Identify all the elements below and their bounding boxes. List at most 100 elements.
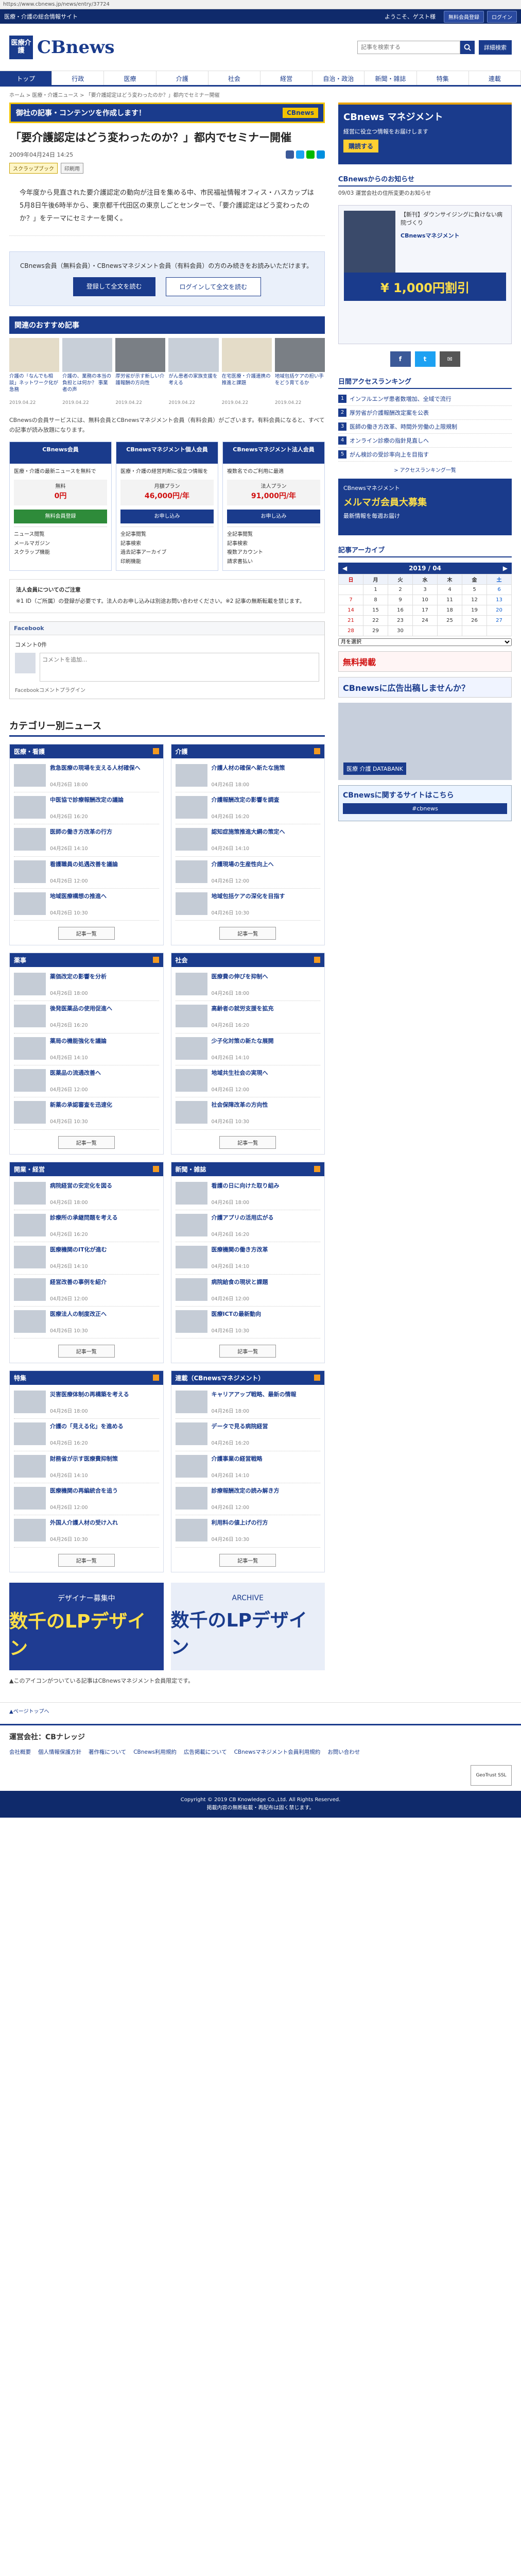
facebook-share-icon[interactable]: [286, 150, 294, 159]
nav-item-jichi[interactable]: 自治・政治: [312, 71, 365, 85]
footer-link[interactable]: 著作権について: [89, 1748, 126, 1756]
list-item[interactable]: 財務省が示す医療費抑制策 04月26日 14:10: [14, 1451, 159, 1484]
category-heading[interactable]: 開業・経営: [10, 1162, 163, 1176]
list-item[interactable]: 救急医療の現場を支える人材確保へ 04月26日 18:00: [14, 760, 159, 792]
calendar-day[interactable]: 21: [338, 615, 363, 626]
calendar-day[interactable]: 28: [338, 625, 363, 636]
footer-link[interactable]: 広告掲載について: [184, 1748, 227, 1756]
footer-link[interactable]: お問い合わせ: [327, 1748, 360, 1756]
calendar-day[interactable]: 19: [462, 604, 487, 616]
list-item[interactable]: 看護の日に向けた取り組み 04月26日 18:00: [175, 1178, 320, 1210]
nav-item-shakai[interactable]: 社会: [209, 71, 261, 85]
list-item[interactable]: 新薬の承認審査を迅速化 04月26日 10:30: [14, 1097, 159, 1130]
calendar-day[interactable]: 2: [388, 584, 413, 595]
ranking-more-link[interactable]: > アクセスランキング一覧: [338, 466, 512, 473]
nav-item-tokushu[interactable]: 特集: [417, 71, 469, 85]
sidebar-ad-book[interactable]: 【新刊】ダウンサイジングに負けない病院づくり CBnewsマネジメント ¥ 1,…: [338, 205, 512, 344]
recommended-item[interactable]: 介護の「なんでも相談」ネットワーク化が急務 2019.04.22: [9, 338, 60, 405]
rss-icon[interactable]: [314, 1375, 320, 1381]
subscribe-button[interactable]: 購読する: [343, 140, 379, 152]
url-bar[interactable]: https://www.cbnews.jp/news/entry/37724: [0, 0, 521, 9]
category-more-button[interactable]: 記事一覧: [219, 1345, 276, 1358]
list-item[interactable]: 病院給食の現状と課題 04月26日 12:00: [175, 1275, 320, 1307]
calendar-day[interactable]: 13: [487, 594, 512, 605]
calendar-day[interactable]: 20: [487, 604, 512, 616]
list-item[interactable]: 外国人介護人材の受け入れ 04月26日 10:30: [14, 1515, 159, 1548]
category-heading[interactable]: 社会: [171, 953, 324, 968]
calendar-prev-icon[interactable]: ◀: [342, 565, 347, 572]
facebook-icon[interactable]: f: [390, 351, 411, 367]
facebook-plugin-label[interactable]: Facebookコメントプラグイン: [15, 686, 319, 693]
list-item[interactable]: 後発医薬品の使用促進へ 04月26日 16:20: [14, 1001, 159, 1033]
nav-item-keiei[interactable]: 経営: [260, 71, 313, 85]
calendar-day[interactable]: 14: [338, 604, 363, 616]
sidebar-ad-management[interactable]: CBnews マネジメント 経営に役立つ情報をお届けします 購読する: [338, 103, 512, 164]
nav-item-top[interactable]: トップ: [0, 71, 53, 85]
list-item[interactable]: 介護報酬改定の影響を調査 04月26日 16:20: [175, 792, 320, 825]
nav-item-iryo[interactable]: 医療: [104, 71, 157, 85]
calendar-day[interactable]: [437, 625, 462, 636]
list-item[interactable]: 災害医療体制の再構築を考える 04月26日 18:00: [14, 1387, 159, 1419]
nav-item-rensai[interactable]: 連載: [469, 71, 521, 85]
rss-icon[interactable]: [314, 957, 320, 963]
month-select[interactable]: 月を選択: [338, 638, 512, 646]
rss-icon[interactable]: [152, 1375, 159, 1381]
ranking-item[interactable]: 3 医師の働き方改革、時間外労働の上限規制: [338, 420, 512, 434]
calendar-day[interactable]: 8: [363, 594, 388, 605]
sidebar-ad-mailmag[interactable]: CBnewsマネジメント メルマガ会員大募集 最新情報を毎週お届け: [338, 478, 512, 535]
calendar-day[interactable]: 24: [412, 615, 438, 626]
calendar-day[interactable]: 26: [462, 615, 487, 626]
category-heading[interactable]: 薬事: [10, 953, 163, 968]
list-item[interactable]: 診療報酬改定の読み解き方 04月26日 12:00: [175, 1483, 320, 1516]
sidebar-ad-databank[interactable]: 医療 介護 DATABANK: [338, 702, 512, 780]
category-more-button[interactable]: 記事一覧: [58, 927, 115, 940]
calendar-day[interactable]: 25: [437, 615, 462, 626]
calendar-day[interactable]: 4: [437, 584, 462, 595]
category-heading[interactable]: 医療・看護: [10, 744, 163, 758]
nav-item-shinbun[interactable]: 新聞・雑誌: [364, 71, 417, 85]
bottom-ad-1[interactable]: デザイナー募集中 数千のLPデザイン: [9, 1582, 164, 1670]
list-item[interactable]: 看護職員の処遇改善を議論 04月26日 12:00: [14, 857, 159, 889]
list-item[interactable]: 医療法人の制度改正へ 04月26日 10:30: [14, 1307, 159, 1339]
calendar-day[interactable]: 17: [412, 604, 438, 616]
ranking-item[interactable]: 4 オンライン診療の指針見直しへ: [338, 434, 512, 448]
rss-icon[interactable]: [314, 748, 320, 754]
category-more-button[interactable]: 記事一覧: [219, 1136, 276, 1149]
calendar-day[interactable]: 12: [462, 594, 487, 605]
twitter-icon[interactable]: t: [414, 351, 436, 367]
calendar-day[interactable]: 30: [388, 625, 413, 636]
list-item[interactable]: 利用料の値上げの行方 04月26日 10:30: [175, 1515, 320, 1548]
sidebar-banner-related[interactable]: CBnewsに関するサイトはこちら #cbnews: [338, 785, 512, 821]
list-item[interactable]: 病院経営の安定化を図る 04月26日 18:00: [14, 1178, 159, 1210]
category-more-button[interactable]: 記事一覧: [219, 1553, 276, 1567]
category-more-button[interactable]: 記事一覧: [58, 1553, 115, 1567]
category-more-button[interactable]: 記事一覧: [58, 1345, 115, 1358]
sidebar-banner-advertise[interactable]: CBnewsに広告出稿しませんか？: [338, 676, 512, 698]
plan-signup-button[interactable]: お申し込み: [227, 509, 320, 524]
calendar-day[interactable]: 11: [437, 594, 462, 605]
plan-signup-button[interactable]: 無料会員登録: [14, 509, 107, 524]
list-item[interactable]: 診療所の承継問題を考える 04月26日 16:20: [14, 1210, 159, 1243]
list-item[interactable]: 少子化対策の新たな展開 04月26日 14:10: [175, 1033, 320, 1066]
calendar-day[interactable]: 15: [363, 604, 388, 616]
calendar-day[interactable]: 3: [412, 584, 438, 595]
list-item[interactable]: 医療機関の再編統合を追う 04月26日 12:00: [14, 1483, 159, 1516]
category-more-button[interactable]: 記事一覧: [219, 927, 276, 940]
content-ad-banner[interactable]: 御社の記事・コンテンツを作成します！ CBnews: [9, 103, 325, 123]
line-share-icon[interactable]: [306, 150, 315, 159]
category-more-button[interactable]: 記事一覧: [58, 1136, 115, 1149]
category-heading[interactable]: 介護: [171, 744, 324, 758]
rss-icon[interactable]: [152, 957, 159, 963]
calendar-day[interactable]: 27: [487, 615, 512, 626]
register-button[interactable]: 無料会員登録: [444, 10, 484, 23]
rss-icon[interactable]: [152, 1165, 159, 1172]
advanced-search-button[interactable]: 詳細検索: [479, 40, 512, 55]
calendar-day[interactable]: [462, 625, 487, 636]
calendar-day[interactable]: 9: [388, 594, 413, 605]
footer-link[interactable]: CBnewsマネジメント会員利用規約: [234, 1748, 321, 1756]
list-item[interactable]: 医療ICTの最新動向 04月26日 10:30: [175, 1307, 320, 1339]
footer-link[interactable]: CBnews利用規約: [133, 1748, 177, 1756]
plan-signup-button[interactable]: お申し込み: [120, 509, 214, 524]
list-item[interactable]: 社会保障改革の方向性 04月26日 10:30: [175, 1097, 320, 1130]
list-item[interactable]: 経営改善の事例を紹介 04月26日 12:00: [14, 1275, 159, 1307]
